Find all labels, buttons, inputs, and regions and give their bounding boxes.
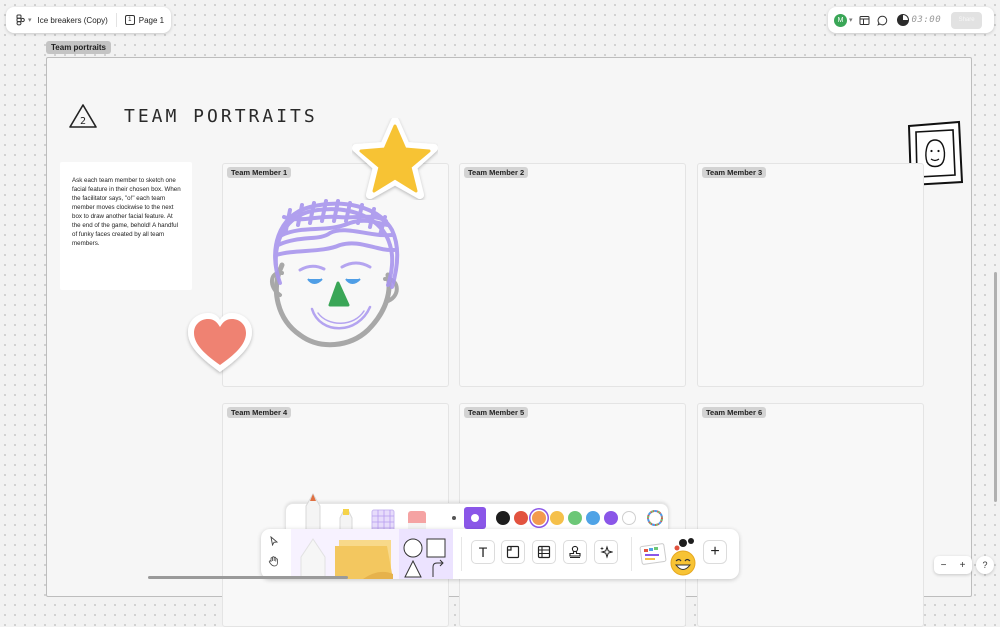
help-button[interactable]: ? (976, 556, 994, 574)
layout-icon[interactable] (859, 14, 871, 26)
card-label: Team Member 6 (702, 407, 767, 418)
main-toolbar: T + (261, 529, 739, 579)
pen-tool-icon[interactable] (297, 537, 329, 579)
chevron-down-icon[interactable]: ▾ (849, 16, 853, 24)
color-swatch-green[interactable] (568, 511, 582, 525)
section-label[interactable]: Team portraits (46, 41, 111, 54)
add-button[interactable]: + (703, 540, 727, 564)
file-toolbar: ▾ Ice breakers (Copy) 1 Page 1 (6, 7, 171, 33)
widgets-icon[interactable] (639, 535, 699, 577)
avatar[interactable]: M (834, 13, 847, 27)
share-button[interactable]: Share (951, 11, 983, 29)
page-name: Page 1 (138, 15, 165, 25)
horizontal-scrollbar[interactable] (148, 576, 348, 579)
timer-value: 03:00 (911, 15, 942, 25)
color-swatch-purple[interactable] (604, 511, 618, 525)
color-picker-icon[interactable] (647, 510, 663, 526)
card-label: Team Member 2 (464, 167, 529, 178)
move-tool-icon[interactable] (265, 532, 283, 550)
vertical-scrollbar[interactable] (994, 272, 997, 502)
card-label: Team Member 3 (702, 167, 767, 178)
comment-icon[interactable] (877, 14, 889, 26)
main-menu-icon[interactable] (15, 14, 27, 26)
text-tool-icon[interactable]: T (471, 540, 495, 564)
face-drawing[interactable] (260, 195, 410, 355)
sticky-note-icon[interactable] (333, 538, 397, 579)
step-number: 2 (80, 116, 86, 127)
selection-tools (265, 532, 287, 572)
color-swatch-white[interactable] (622, 511, 636, 525)
divider (115, 13, 117, 27)
color-swatch-yellow[interactable] (550, 511, 564, 525)
card-label: Team Member 5 (464, 407, 529, 418)
page-selector[interactable]: 1 Page 1 (124, 15, 165, 25)
star-sticker[interactable] (352, 118, 438, 200)
drawing-options-bar (285, 493, 669, 532)
timer-icon (896, 14, 909, 26)
hand-tool-icon[interactable] (265, 552, 283, 570)
zoom-controls: − + (934, 556, 972, 574)
stroke-size-selected[interactable] (464, 507, 486, 529)
stroke-size-small[interactable] (452, 516, 456, 520)
timer[interactable]: 03:00 (896, 14, 942, 26)
toolbar-divider (631, 537, 632, 571)
step-number-icon: 2 (69, 104, 97, 128)
heart-sticker[interactable] (184, 310, 256, 376)
team-member-card[interactable]: Team Member 2 (459, 163, 686, 387)
color-swatch-blue[interactable] (586, 511, 600, 525)
collaboration-toolbar: M ▾ 03:00 Share (828, 7, 994, 33)
team-member-card[interactable]: Team Member 6 (697, 403, 924, 627)
stamp-tool-icon[interactable] (563, 540, 587, 564)
color-swatch-black[interactable] (496, 511, 510, 525)
ai-sparkle-icon[interactable] (594, 540, 618, 564)
card-label: Team Member 1 (227, 167, 292, 178)
zoom-in-button[interactable]: + (960, 560, 966, 571)
card-label: Team Member 4 (227, 407, 292, 418)
marker-icon[interactable] (300, 492, 326, 532)
page-icon: 1 (124, 15, 135, 25)
shapes-icon[interactable] (401, 537, 451, 579)
chevron-down-icon[interactable]: ▾ (28, 16, 32, 24)
zoom-out-button[interactable]: − (941, 560, 947, 571)
instructions-note[interactable]: Ask each team member to sketch one facia… (60, 162, 192, 290)
toolbar-divider (461, 537, 462, 571)
page-title: TEAM PORTRAITS (124, 106, 318, 127)
table-tool-icon[interactable] (532, 540, 556, 564)
color-swatch-orange[interactable] (532, 511, 546, 525)
file-name[interactable]: Ice breakers (Copy) (38, 16, 108, 25)
team-member-card[interactable]: Team Member 3 (697, 163, 924, 387)
color-swatch-red[interactable] (514, 511, 528, 525)
section-tool-icon[interactable] (501, 540, 525, 564)
